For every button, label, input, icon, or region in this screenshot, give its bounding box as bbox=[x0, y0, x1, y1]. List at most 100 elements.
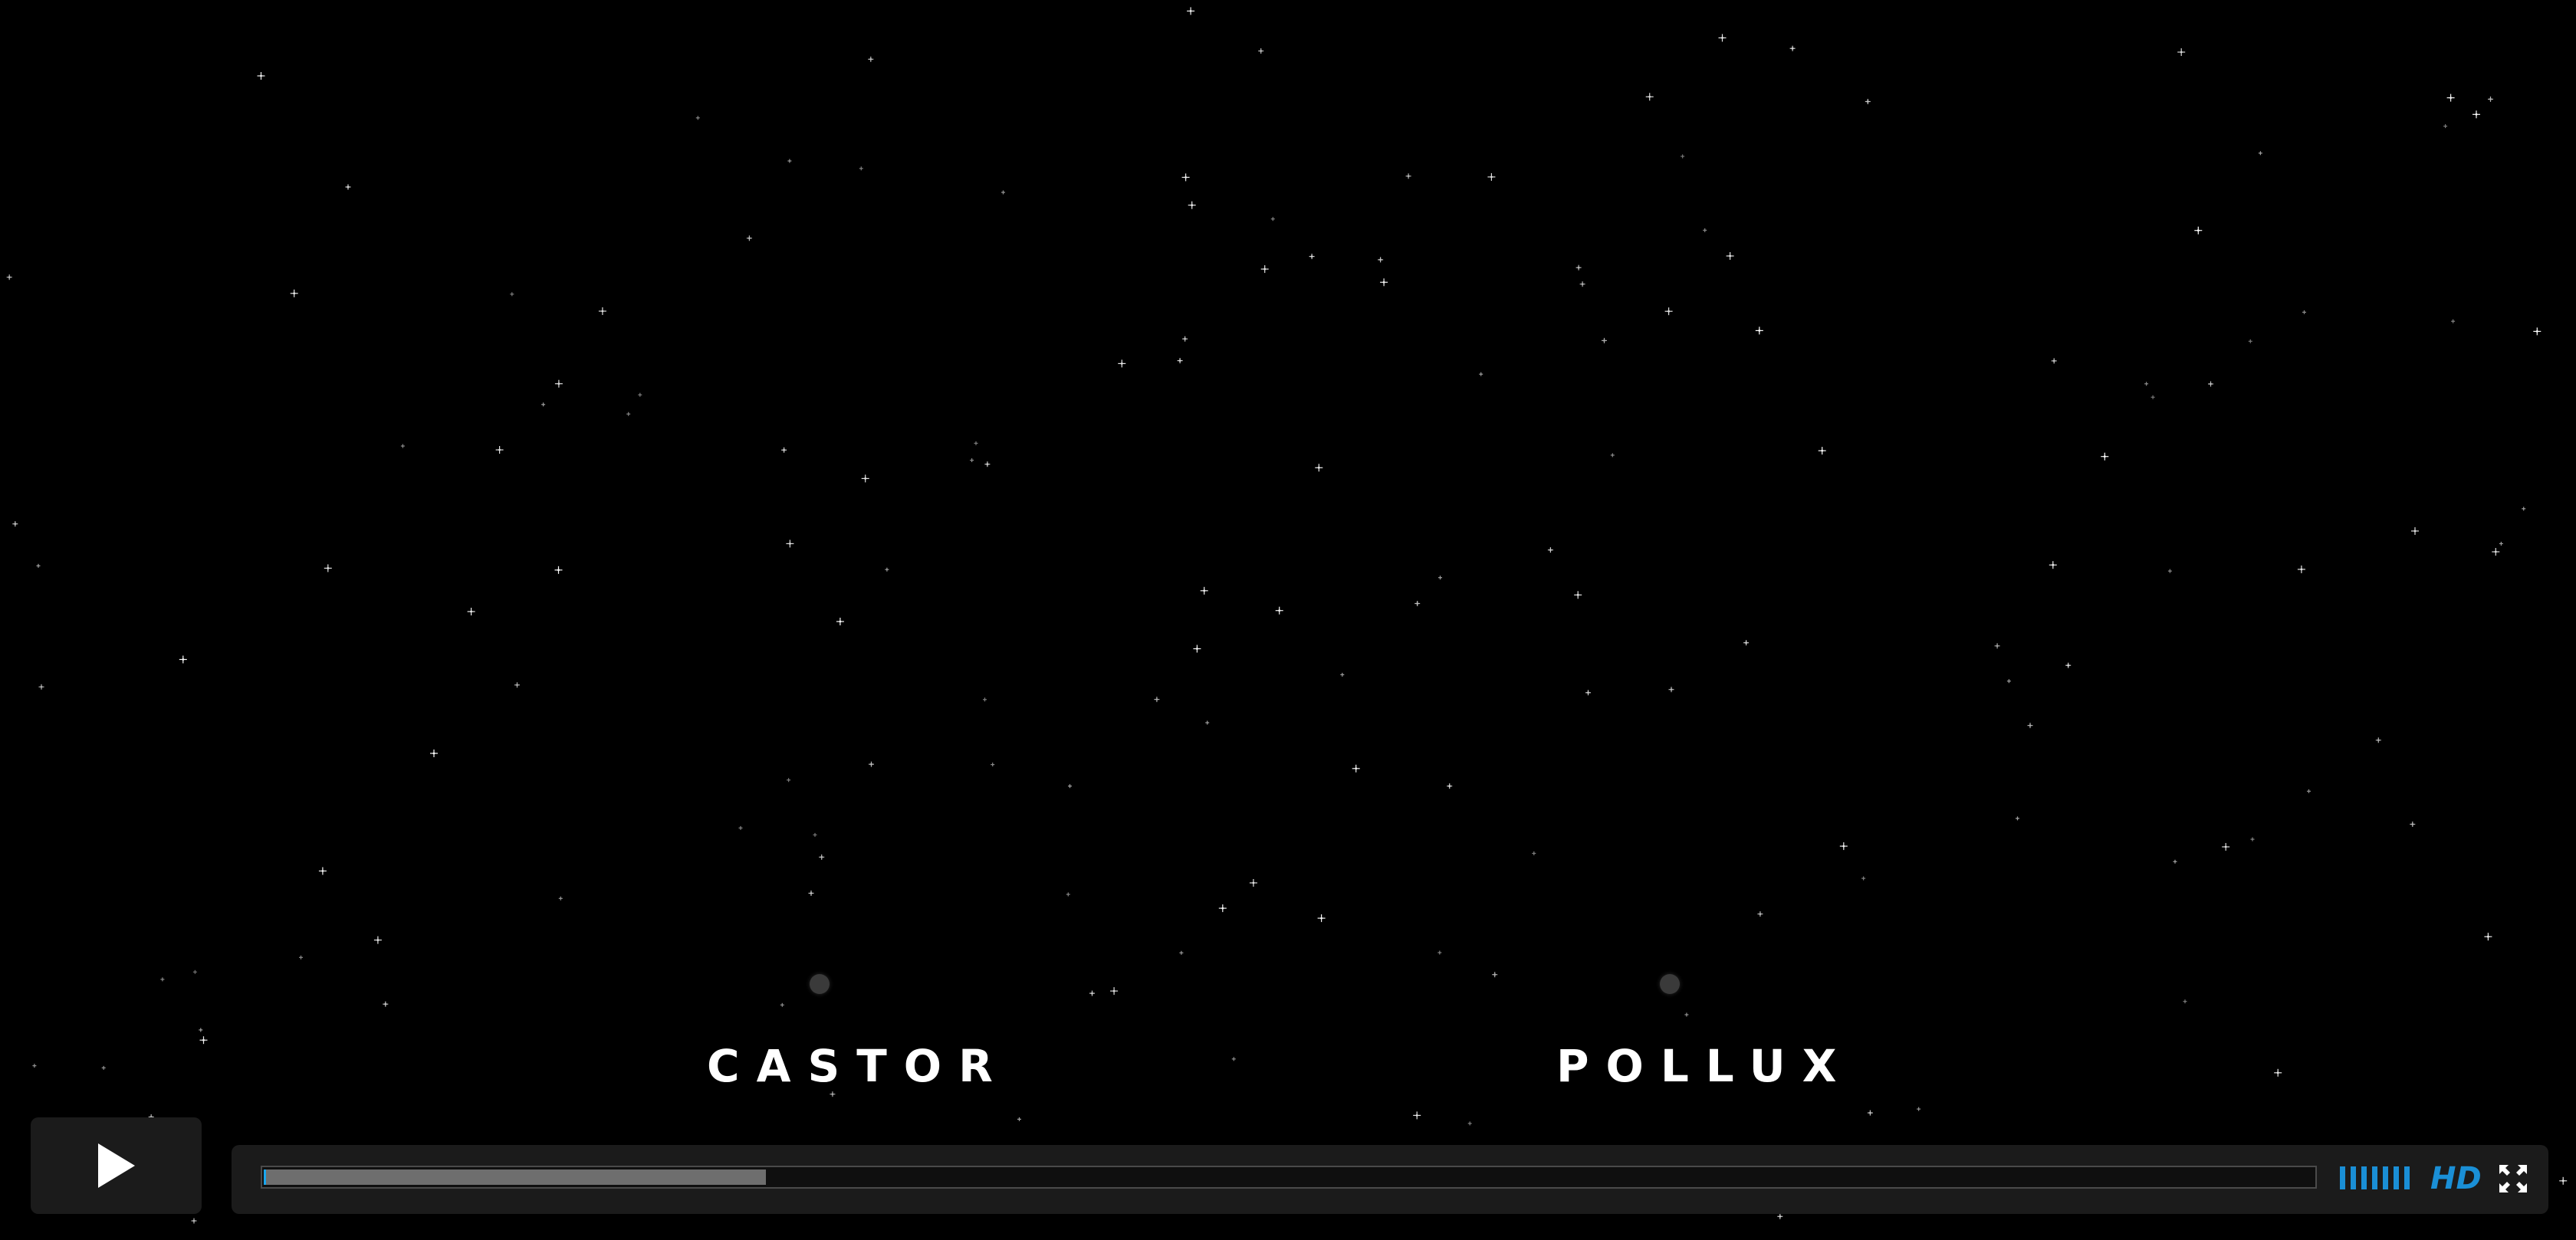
star bbox=[400, 444, 405, 448]
star bbox=[695, 116, 700, 120]
star bbox=[554, 379, 563, 388]
star bbox=[2375, 737, 2381, 743]
star bbox=[2410, 822, 2416, 827]
star bbox=[1110, 987, 1119, 996]
star bbox=[1492, 972, 1498, 978]
star bbox=[1645, 93, 1654, 101]
video-player[interactable]: CASTOR POLLUX HD bbox=[0, 0, 2576, 1240]
star bbox=[2194, 226, 2203, 235]
star bbox=[192, 969, 197, 974]
volume-bar bbox=[2372, 1166, 2377, 1189]
star bbox=[257, 72, 265, 80]
star bbox=[1585, 690, 1591, 696]
volume-bar bbox=[2340, 1166, 2345, 1189]
star bbox=[1479, 372, 1484, 376]
volume-bar bbox=[2404, 1166, 2410, 1189]
star bbox=[2006, 679, 2011, 684]
play-icon bbox=[97, 1143, 135, 1188]
star bbox=[1179, 950, 1184, 955]
volume-bar bbox=[2394, 1166, 2399, 1189]
star bbox=[1275, 606, 1283, 615]
castor-star-marker bbox=[810, 974, 830, 994]
star bbox=[430, 750, 438, 757]
star bbox=[2144, 382, 2149, 386]
volume-bar bbox=[2351, 1166, 2356, 1189]
star bbox=[318, 867, 327, 875]
star bbox=[2472, 110, 2480, 119]
star bbox=[324, 564, 332, 572]
pollux-star-marker bbox=[1660, 974, 1680, 994]
star bbox=[383, 1001, 389, 1007]
star bbox=[974, 441, 978, 445]
star bbox=[1743, 640, 1750, 646]
star bbox=[738, 825, 743, 830]
star bbox=[2443, 124, 2448, 129]
star bbox=[868, 56, 874, 62]
star bbox=[2027, 723, 2033, 729]
star bbox=[1193, 645, 1201, 653]
star bbox=[1610, 453, 1615, 458]
star bbox=[885, 567, 889, 572]
star bbox=[1270, 217, 1275, 221]
star bbox=[558, 896, 563, 900]
star bbox=[2150, 395, 2155, 399]
star bbox=[1260, 265, 1269, 274]
star bbox=[495, 446, 504, 454]
star bbox=[1487, 172, 1496, 181]
star bbox=[1789, 45, 1796, 51]
star bbox=[1315, 464, 1323, 472]
star bbox=[991, 763, 995, 767]
star bbox=[1726, 252, 1734, 260]
star bbox=[2101, 452, 2109, 461]
star bbox=[786, 540, 794, 548]
star bbox=[1378, 257, 1384, 263]
starfield-background bbox=[6, 7, 2568, 1224]
star bbox=[1602, 337, 1607, 343]
progress-buffered bbox=[264, 1169, 766, 1185]
control-bar: HD bbox=[232, 1145, 2548, 1214]
star bbox=[1182, 336, 1188, 342]
hd-button[interactable]: HD bbox=[2430, 1160, 2482, 1197]
star bbox=[6, 274, 12, 280]
progress-played bbox=[264, 1169, 266, 1185]
star bbox=[1576, 264, 1582, 271]
star bbox=[290, 289, 298, 297]
castor-label: CASTOR bbox=[707, 1040, 1010, 1092]
star bbox=[1352, 764, 1360, 773]
star bbox=[2451, 319, 2456, 323]
star bbox=[984, 461, 991, 467]
star bbox=[859, 166, 863, 171]
star bbox=[1467, 1121, 1472, 1126]
star bbox=[2250, 837, 2255, 841]
star bbox=[2222, 843, 2230, 851]
star bbox=[813, 832, 817, 837]
star bbox=[1380, 278, 1388, 287]
star bbox=[970, 458, 974, 462]
star bbox=[514, 682, 520, 688]
progress-bar[interactable] bbox=[261, 1166, 2317, 1189]
star bbox=[1681, 154, 1685, 159]
volume-control[interactable] bbox=[2340, 1166, 2417, 1189]
star bbox=[781, 447, 787, 453]
star bbox=[1188, 201, 1196, 209]
star bbox=[1703, 228, 1707, 232]
star bbox=[510, 292, 514, 297]
star bbox=[1177, 358, 1183, 364]
play-button[interactable] bbox=[31, 1117, 202, 1214]
star bbox=[869, 761, 874, 767]
star bbox=[1861, 876, 1866, 881]
star bbox=[1017, 1117, 1021, 1121]
star bbox=[1438, 576, 1442, 580]
star bbox=[1089, 990, 1095, 996]
star bbox=[1865, 99, 1871, 104]
star bbox=[746, 235, 752, 241]
star bbox=[1187, 7, 1195, 15]
star bbox=[598, 307, 606, 315]
star bbox=[1818, 447, 1826, 455]
star bbox=[1249, 879, 1257, 887]
star bbox=[299, 955, 303, 960]
fullscreen-icon[interactable] bbox=[2498, 1163, 2528, 1194]
star bbox=[1718, 34, 1727, 42]
star bbox=[2559, 1176, 2568, 1185]
star bbox=[345, 184, 351, 190]
